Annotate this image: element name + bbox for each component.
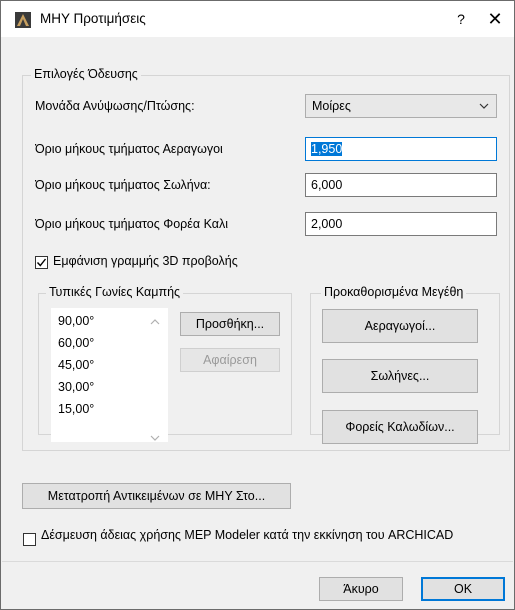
help-button[interactable]: ? — [449, 7, 473, 31]
duct-length-value: 1,950 — [311, 142, 343, 156]
license-checkbox[interactable] — [23, 533, 36, 546]
chevron-down-icon — [479, 103, 489, 109]
ok-button[interactable]: OK — [421, 577, 505, 601]
pipe-length-value: 6,000 — [311, 178, 343, 192]
list-item[interactable]: 45,00° — [58, 358, 94, 372]
show-3d-label: Εμφάνιση γραμμής 3D προβολής — [53, 254, 238, 268]
checkmark-icon — [36, 258, 47, 267]
cable-length-input[interactable]: 2,000 — [305, 212, 497, 236]
license-label: Δέσμευση άδειας χρήσης MEP Modeler κατά … — [41, 529, 454, 542]
mep-preferences-dialog: ΜΗΥ Προτιμήσεις ? ✕ Επιλογές Όδευσης Μον… — [0, 0, 515, 610]
preset-sizes-legend: Προκαθορισμένα Μεγέθη — [321, 285, 467, 299]
bend-angles-list[interactable]: 90,00° 60,00° 45,00° 30,00° 15,00° — [51, 308, 168, 442]
convert-objects-button[interactable]: Μετατροπή Αντικειμένων σε ΜΗΥ Στο... — [22, 483, 291, 509]
cable-length-value: 2,000 — [311, 217, 343, 231]
archicad-logo-icon — [15, 12, 31, 28]
bend-angles-legend: Τυπικές Γωνίες Καμπής — [46, 285, 184, 299]
list-item[interactable]: 30,00° — [58, 380, 94, 394]
footer-separator — [2, 561, 513, 562]
remove-angle-button[interactable]: Αφαίρεση — [180, 348, 280, 372]
rise-unit-label: Μονάδα Ανύψωσης/Πτώσης: — [35, 99, 195, 113]
cable-carriers-button[interactable]: Φορείς Καλωδίων... — [322, 410, 478, 444]
ducts-button[interactable]: Αεραγωγοί... — [322, 309, 478, 343]
dialog-title: ΜΗΥ Προτιμήσεις — [40, 11, 146, 26]
list-item[interactable]: 90,00° — [58, 314, 94, 328]
list-item[interactable]: 15,00° — [58, 402, 94, 416]
title-bar: ΜΗΥ Προτιμήσεις ? ✕ — [1, 1, 514, 37]
scroll-up-icon[interactable] — [150, 317, 160, 327]
pipe-length-label: Όριο μήκους τμήματος Σωλήνα: — [35, 178, 211, 192]
list-item[interactable]: 60,00° — [58, 336, 94, 350]
close-button[interactable]: ✕ — [483, 7, 507, 31]
scroll-down-icon[interactable] — [150, 433, 160, 443]
add-angle-button[interactable]: Προσθήκη... — [180, 312, 280, 336]
routing-options-legend: Επιλογές Όδευσης — [31, 67, 141, 81]
rise-unit-select[interactable]: Μοίρες — [305, 94, 497, 118]
cable-length-label: Όριο μήκους τμήματος Φορέα Καλι — [35, 217, 229, 231]
duct-length-label: Όριο μήκους τμήματος Αεραγωγοι — [35, 142, 223, 156]
cancel-button[interactable]: Άκυρο — [319, 577, 403, 601]
rise-unit-value: Μοίρες — [312, 99, 351, 113]
pipe-length-input[interactable]: 6,000 — [305, 173, 497, 197]
show-3d-checkbox[interactable] — [35, 256, 48, 269]
duct-length-input[interactable]: 1,950 — [305, 137, 497, 161]
pipes-button[interactable]: Σωλήνες... — [322, 359, 478, 393]
